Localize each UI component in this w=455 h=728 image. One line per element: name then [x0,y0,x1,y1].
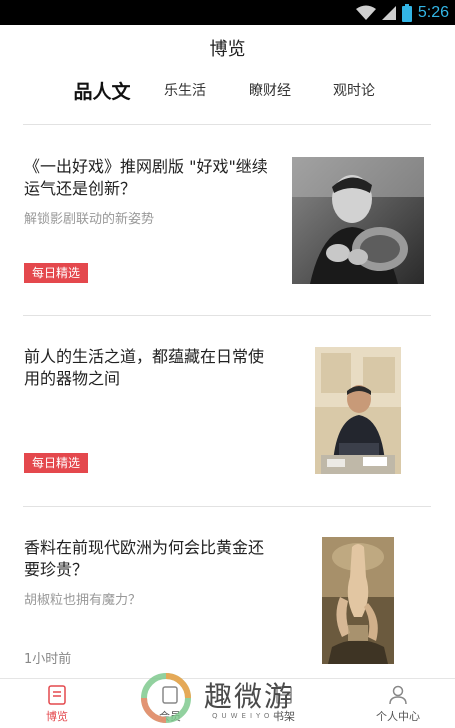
article-title[interactable]: 前人的生活之道，都蕴藏在日常使用的器物之间 [24,346,274,390]
nav-label: 会员 [159,710,181,723]
article-thumbnail[interactable] [315,347,401,474]
nav-browse[interactable]: 博览 [17,679,97,728]
article-card[interactable]: 前人的生活之道，都蕴藏在日常使用的器物之间 每日精选 [0,316,455,506]
wifi-icon [355,5,376,20]
nav-member[interactable]: 会员 [130,679,210,728]
nav-bookshelf[interactable]: 书架 [244,679,324,728]
category-tabs: 品人文 乐生活 瞭财经 观时论 [0,70,455,110]
tab-culture[interactable]: 品人文 [64,70,140,110]
tab-lifestyle[interactable]: 乐生活 [155,70,215,110]
article-card[interactable]: 《一出好戏》推网剧版 "好戏"继续运气还是创新？ 解锁影剧联动的新姿势 每日精选 [0,125,455,315]
article-subtitle: 解锁影剧联动的新姿势 [24,212,155,227]
status-bar: 5:26 [0,0,455,25]
article-subtitle: 胡椒粒也拥有魔力？ [24,593,142,608]
article-title[interactable]: 香料在前现代欧洲为何会比黄金还要珍贵？ [24,537,274,581]
nav-label: 书架 [273,710,295,723]
bottom-nav: 博览 会员 书架 个人中心 [0,678,455,728]
article-thumbnail[interactable] [322,537,394,664]
app-header: 博览 [0,25,455,70]
nav-label: 个人中心 [376,710,420,723]
tab-finance[interactable]: 瞭财经 [240,70,300,110]
document-icon [48,685,66,705]
nav-profile[interactable]: 个人中心 [358,679,438,728]
daily-pick-badge: 每日精选 [24,453,89,473]
daily-pick-badge: 每日精选 [24,263,89,283]
article-title[interactable]: 《一出好戏》推网剧版 "好戏"继续运气还是创新？ [24,156,274,200]
page-title: 博览 [209,38,246,60]
article-time: 1小时前 [24,652,72,667]
status-icons: 5:26 [355,0,449,25]
nav-label: 博览 [46,710,68,723]
signal-icon [381,5,396,20]
status-time: 5:26 [417,3,449,21]
person-icon [389,685,407,705]
bookshelf-icon [276,686,292,704]
article-thumbnail[interactable] [292,157,424,284]
member-icon [162,686,178,704]
battery-icon [401,3,412,22]
article-card[interactable]: 香料在前现代欧洲为何会比黄金还要珍贵？ 胡椒粒也拥有魔力？ 1小时前 [0,507,455,678]
tab-commentary[interactable]: 观时论 [324,70,384,110]
